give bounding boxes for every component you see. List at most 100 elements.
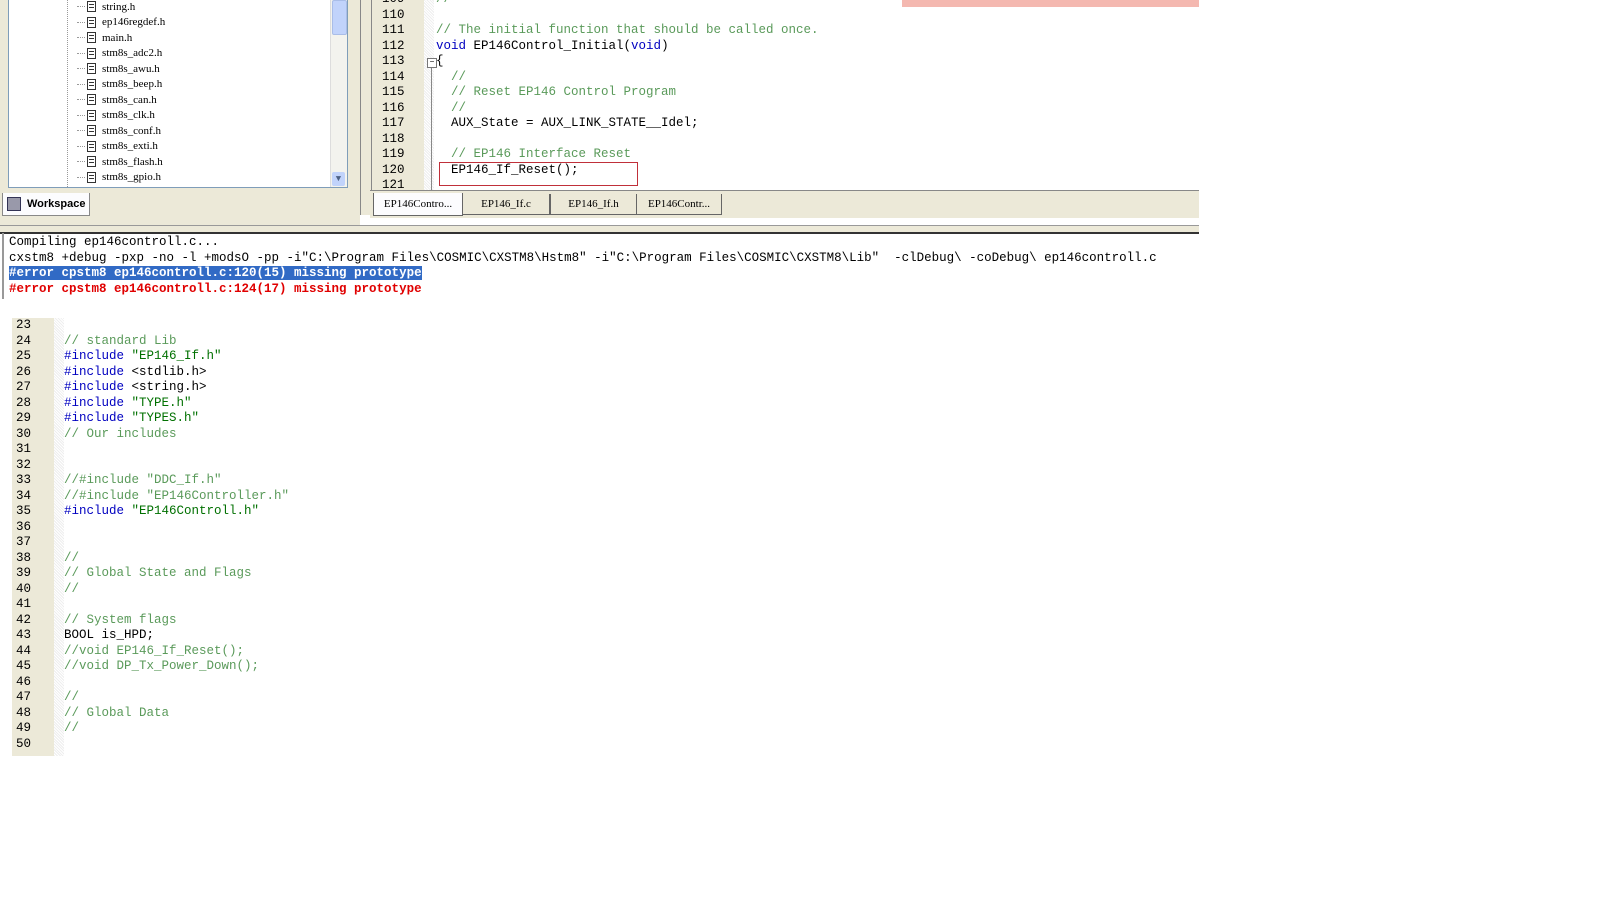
code-line: // Our includes [64,427,177,443]
output-line[interactable]: #error cpstm8 ep146controll.c:124(17) mi… [9,282,422,298]
comment-token: // [64,581,80,596]
code-line: #include "TYPE.h" [64,396,192,412]
tree-item-file[interactable]: stm8s_can.h [77,92,157,107]
file-icon [87,78,96,90]
code-line: void EP146Control_Initial(void) [436,39,669,55]
tree-connector [77,6,85,7]
scroll-down-icon[interactable]: ▼ [332,172,345,186]
file-name: string.h [102,0,136,13]
editor-tab[interactable]: EP146_If.c [462,194,550,215]
tree-item-file[interactable]: ep146regdef.h [77,15,165,30]
line-number: 119 [382,147,405,161]
tree-item-file[interactable]: stm8s_conf.h [77,123,161,138]
file-icon [87,32,96,43]
code-line: // [64,721,79,737]
file-name: ep146regdef.h [102,16,166,28]
tree-line [67,0,68,187]
comment-token: //#include "EP146Controller.h" [64,488,290,503]
line-number: 31 [16,442,32,456]
comment-token: //#include "DDC_If.h" [64,473,222,487]
code-line: // The initial function that should be c… [436,23,819,39]
keyword-token: #include [64,395,125,410]
tree-item-file[interactable]: string.h [77,0,135,14]
line-number: 115 [382,85,405,99]
keyword-token: void [631,38,662,53]
tree-item-file[interactable]: main.h [77,30,132,45]
line-number: 39 [16,566,32,580]
tree-connector [77,99,85,100]
tree-connector [77,83,85,85]
line-number: 113 [382,54,405,68]
editor-tab[interactable]: EP146Contr... [636,194,722,215]
line-number: 36 [16,519,32,534]
tree-item-file[interactable]: stm8s_adc2.h [77,46,162,61]
file-name: stm8s_conf.h [102,124,161,137]
fold-margin [424,0,434,190]
file-name: stm8s_clk.h [102,109,155,121]
line-number: 35 [16,504,32,518]
tree-scrollbar[interactable]: ▼ [330,0,347,187]
file-icon [87,171,96,183]
file-name: stm8s_beep.h [102,78,163,90]
tree-item-file[interactable]: stm8s_awu.h [77,61,160,76]
code-line: // [64,551,79,567]
line-number: 46 [16,674,32,689]
line-number: 27 [16,380,32,394]
file-icon [87,47,96,59]
tree-connector [77,161,85,162]
code-line: // EP146 Interface Reset [436,147,631,163]
fold-line [431,68,432,190]
code-line: // Global Data [64,706,169,722]
output-line[interactable]: #error cpstm8 ep146controll.c:120(15) mi… [9,266,422,282]
editor-tab[interactable]: EP146_If.h [550,194,637,215]
tree-connector [77,52,85,54]
line-number: 117 [382,116,405,130]
line-number: 45 [16,659,32,673]
source-editor[interactable]: − 109//---------------------------------… [372,0,1199,190]
keyword-token: #include [64,349,125,363]
keyword-token: #include [64,504,125,518]
comment-token: // EP146 Interface Reset [436,147,632,161]
output-line[interactable]: cxstm8 +debug -pxp -no -l +modsO -pp -i"… [9,251,1157,267]
keyword-token: #include [64,364,125,379]
code-line: //#include "EP146Controller.h" [64,489,289,505]
code-line: // System flags [64,613,177,629]
code-token: <string.h> [124,380,207,394]
code-line: // [64,582,79,598]
line-number: 28 [16,395,32,410]
tree-item-file[interactable]: stm8s_exti.h [77,139,158,154]
file-name: stm8s_exti.h [102,140,158,152]
file-name: stm8s_gpio.h [102,171,161,183]
comment-token: //void EP146_If_Reset(); [64,643,245,658]
line-number: 112 [382,38,405,53]
code-line: //void DP_Tx_Power_Down(); [64,659,259,675]
code-token: <stdlib.h> [124,364,207,379]
code-line: // standard Lib [64,334,177,350]
workspace-tab[interactable]: Workspace [2,193,90,216]
code-view[interactable]: 23 24 // standard Lib 25 #include "EP146_If.… [12,318,612,756]
line-number: 48 [16,705,32,720]
splitter[interactable] [360,0,372,215]
line-number: 24 [16,333,32,348]
tree-item-file[interactable]: stm8s_gpio.h [77,170,161,185]
editor-tab[interactable]: EP146Contro... [373,193,463,216]
file-name: stm8s_can.h [102,93,157,106]
file-icon [87,94,96,105]
error-message[interactable]: #error cpstm8 ep146controll.c:124(17) mi… [9,282,422,296]
tree-item-file[interactable]: stm8s_flash.h [77,154,163,169]
output-line[interactable]: Compiling ep146controll.c... [9,235,219,251]
line-number: 41 [16,597,32,611]
workspace-icon [7,197,21,211]
code-line: //void EP146_If_Reset(); [64,644,244,660]
code-line: AUX_State = AUX_LINK_STATE__Idel; [436,116,699,132]
line-number: 40 [16,581,32,596]
scrollbar-thumb[interactable] [332,0,347,35]
line-number: 121 [382,178,405,190]
string-token: "TYPE.h" [124,395,192,410]
tree-item-file[interactable]: stm8s_clk.h [77,108,155,123]
tree-item-file[interactable]: stm8s_beep.h [77,77,162,92]
build-output[interactable]: Compiling ep146controll.c... cxstm8 +debu… [2,233,1201,299]
keyword-token: void [436,38,467,53]
line-number: 42 [16,612,32,627]
error-message[interactable]: #error cpstm8 ep146controll.c:120(15) mi… [9,266,422,280]
